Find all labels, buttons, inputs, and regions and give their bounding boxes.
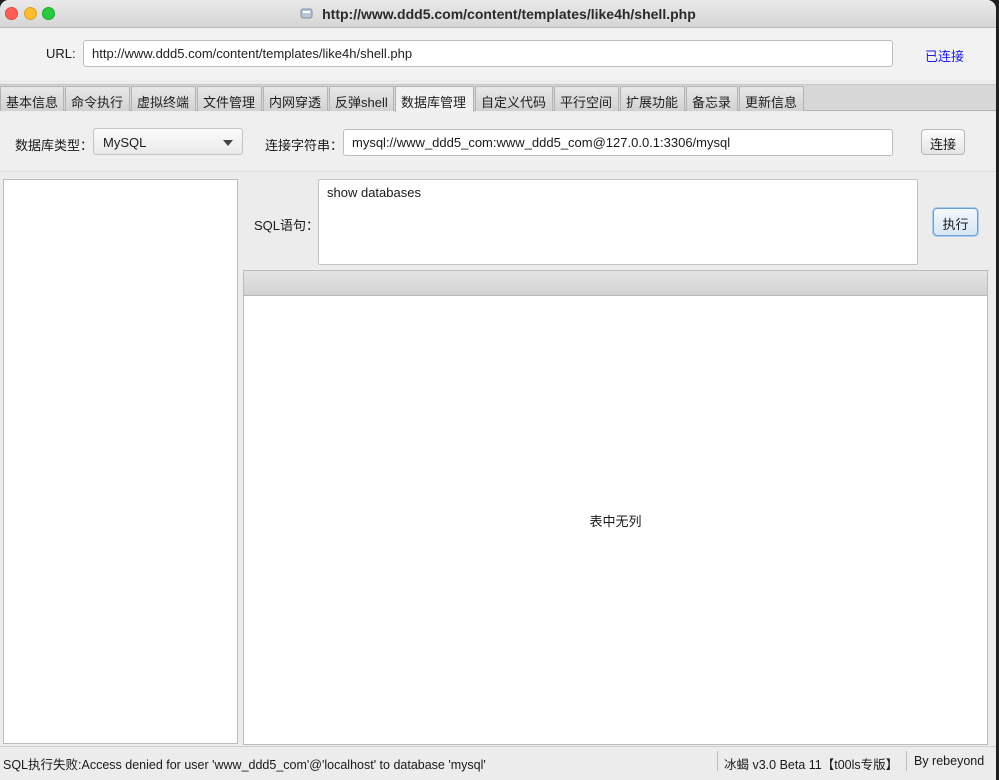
connection-status: 已连接 [925,49,965,64]
status-divider [717,751,718,771]
status-bar: SQL执行失败:Access denied for user 'www_ddd5… [0,746,996,780]
dropdown-caret-icon [223,140,233,146]
status-author: By rebeyond [914,754,985,768]
result-table[interactable]: 表中无列 [243,270,988,745]
tab-parallel-space[interactable]: 平行空间 [554,86,619,111]
db-type-select[interactable]: MySQL [93,128,243,155]
connection-row: 数据库类型： MySQL 连接字符串： mysql://www_ddd5_com… [0,112,996,172]
tab-file-manager[interactable]: 文件管理 [197,86,262,111]
sql-input[interactable]: show databases [318,179,918,265]
tab-virtual-terminal[interactable]: 虚拟终端 [131,86,196,111]
tab-update-info[interactable]: 更新信息 [739,86,804,111]
tab-custom-code[interactable]: 自定义代码 [475,86,553,111]
window-title: http://www.ddd5.com/content/templates/li… [322,6,696,22]
tab-memo[interactable]: 备忘录 [686,86,738,111]
status-message: SQL执行失败:Access denied for user 'www_ddd5… [3,758,486,772]
title-bar[interactable]: http://www.ddd5.com/content/templates/li… [0,0,996,28]
app-window: http://www.ddd5.com/content/templates/li… [0,0,996,780]
window-title-wrap: http://www.ddd5.com/content/templates/li… [0,6,996,22]
tab-extensions[interactable]: 扩展功能 [620,86,685,111]
tab-reverse-shell[interactable]: 反弹shell [329,86,394,111]
tab-basic-info[interactable]: 基本信息 [0,86,64,111]
execute-button[interactable]: 执行 [933,208,978,236]
connect-button[interactable]: 连接 [921,129,965,155]
tab-intranet-tunnel[interactable]: 内网穿透 [263,86,328,111]
app-icon [300,8,313,19]
db-type-label: 数据库类型： [15,138,94,153]
status-divider [906,751,907,771]
status-version: 冰蝎 v3.0 Beta 11【t00ls专版】 [724,758,899,772]
sql-label: SQL语句： [254,218,320,233]
result-empty-message: 表中无列 [589,514,642,529]
result-table-header [244,271,987,296]
url-input[interactable]: http://www.ddd5.com/content/templates/li… [83,40,893,67]
db-type-value: MySQL [103,135,147,150]
tab-bar: 基本信息 命令执行 虚拟终端 文件管理 内网穿透 反弹shell 数据库管理 自… [0,84,996,112]
url-row: URL: http://www.ddd5.com/content/templat… [0,28,996,80]
url-label: URL: [46,46,76,61]
conn-string-label: 连接字符串： [265,138,344,153]
database-tree-panel[interactable] [3,179,238,744]
tab-database-manager[interactable]: 数据库管理 [395,86,474,112]
tab-command-exec[interactable]: 命令执行 [65,86,130,111]
conn-string-input[interactable]: mysql://www_ddd5_com:www_ddd5_com@127.0.… [343,129,893,156]
